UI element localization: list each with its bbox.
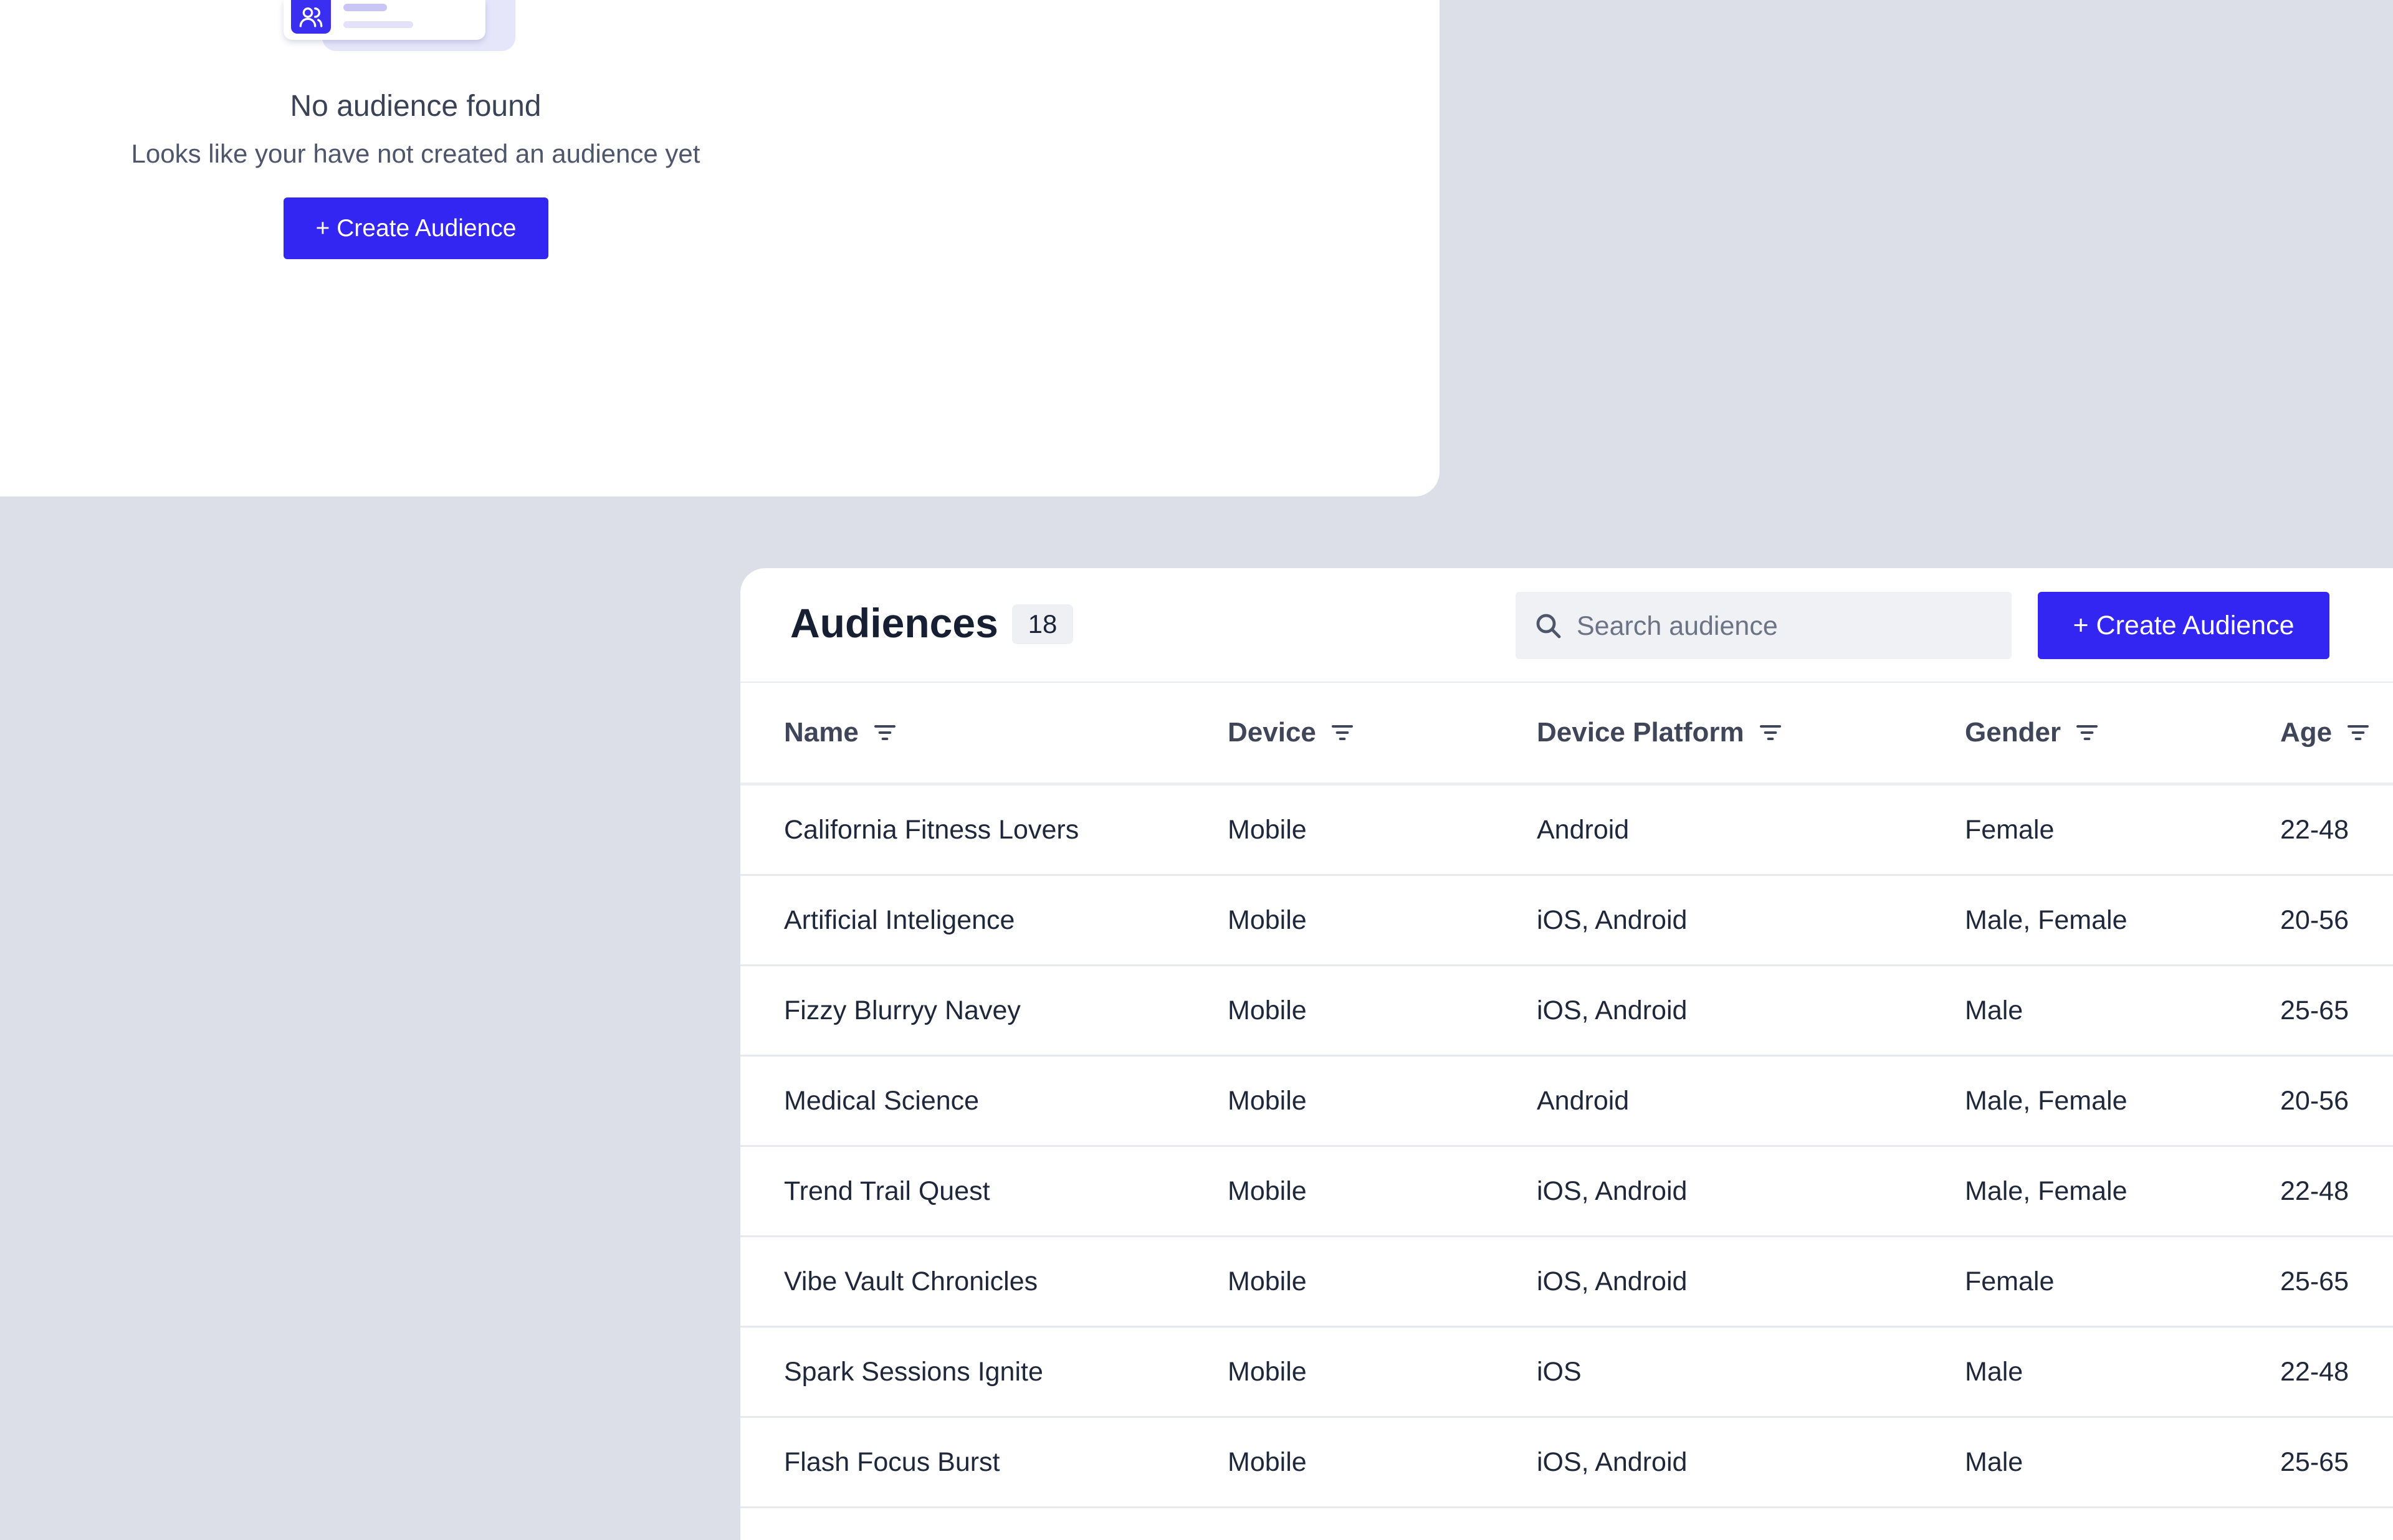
cell-device: Mobile bbox=[1228, 995, 1307, 1025]
column-header-device-platform[interactable]: Device Platform bbox=[1537, 683, 1783, 782]
cell-age: 25-65 bbox=[2280, 995, 2349, 1025]
cell-device: Mobile bbox=[1228, 1266, 1307, 1296]
column-header-label: Gender bbox=[1965, 717, 2061, 748]
cell-device: Mobile bbox=[1228, 1447, 1307, 1477]
column-header-device[interactable]: Device bbox=[1228, 683, 1355, 782]
cell-gender: Female bbox=[1965, 814, 2055, 845]
audiences-card: Audiences 18 + Create Audience Name Devi… bbox=[740, 568, 2393, 1540]
search-input[interactable] bbox=[1575, 592, 2002, 660]
search-box[interactable] bbox=[1516, 592, 2012, 660]
cell-device: Mobile bbox=[1228, 814, 1307, 845]
cell-age: 20-56 bbox=[2280, 905, 2349, 935]
empty-state-title: No audience found bbox=[290, 90, 542, 123]
empty-state-illustration bbox=[284, 0, 515, 52]
column-header-label: Device bbox=[1228, 717, 1316, 748]
filter-icon[interactable] bbox=[2346, 720, 2371, 745]
illustration-front-card bbox=[284, 0, 485, 40]
create-audience-button[interactable]: + Create Audience bbox=[2038, 592, 2329, 659]
cell-name: Artificial Inteligence bbox=[784, 905, 1015, 935]
cell-device: Mobile bbox=[1228, 1356, 1307, 1387]
cell-platform: iOS, Android bbox=[1537, 1176, 1688, 1206]
table-row[interactable]: Fizzy Blurryy Navey Mobile iOS, Android … bbox=[740, 966, 2393, 1057]
cell-platform: iOS, Android bbox=[1537, 1447, 1688, 1477]
illustration-line bbox=[343, 21, 413, 28]
search-icon bbox=[1533, 611, 1563, 640]
cell-gender: Female bbox=[1965, 1266, 2055, 1296]
cell-device: Mobile bbox=[1228, 1085, 1307, 1116]
cell-name: California Fitness Lovers bbox=[784, 814, 1079, 845]
column-header-name[interactable]: Name bbox=[784, 683, 897, 782]
table-body: California Fitness Lovers Mobile Android… bbox=[740, 786, 2393, 1508]
cell-age: 22-48 bbox=[2280, 1176, 2349, 1206]
column-header-age[interactable]: Age bbox=[2280, 683, 2371, 782]
table-row[interactable]: Vibe Vault Chronicles Mobile iOS, Androi… bbox=[740, 1237, 2393, 1328]
empty-state-subtitle: Looks like your have not created an audi… bbox=[131, 139, 700, 168]
filter-icon[interactable] bbox=[1758, 720, 1783, 745]
cell-device: Mobile bbox=[1228, 1176, 1307, 1206]
cell-gender: Male bbox=[1965, 1356, 2023, 1387]
cell-name: Medical Science bbox=[784, 1085, 980, 1116]
cell-age: 20-56 bbox=[2280, 1085, 2349, 1116]
cell-age: 25-65 bbox=[2280, 1266, 2349, 1296]
cell-gender: Male bbox=[1965, 1447, 2023, 1477]
cell-platform: Android bbox=[1537, 814, 1630, 845]
cell-gender: Male, Female bbox=[1965, 1085, 2128, 1116]
cell-name: Flash Focus Burst bbox=[784, 1447, 1000, 1477]
column-header-label: Device Platform bbox=[1537, 717, 1744, 748]
table-row[interactable]: Artificial Inteligence Mobile iOS, Andro… bbox=[740, 876, 2393, 966]
table-row[interactable]: Medical Science Mobile Android Male, Fem… bbox=[740, 1057, 2393, 1147]
cell-name: Spark Sessions Ignite bbox=[784, 1356, 1043, 1387]
cell-platform: iOS, Android bbox=[1537, 995, 1688, 1025]
cell-platform: iOS bbox=[1537, 1356, 1582, 1387]
column-header-label: Name bbox=[784, 717, 859, 748]
audiences-header: Audiences 18 + Create Audience bbox=[740, 568, 2393, 683]
column-header-gender[interactable]: Gender bbox=[1965, 683, 2099, 782]
cell-age: 22-48 bbox=[2280, 814, 2349, 845]
create-audience-button[interactable]: + Create Audience bbox=[284, 197, 548, 259]
cell-age: 25-65 bbox=[2280, 1447, 2349, 1477]
empty-state-card: No audience found Looks like your have n… bbox=[0, 0, 1440, 497]
cell-gender: Male, Female bbox=[1965, 1176, 2128, 1206]
cell-name: Vibe Vault Chronicles bbox=[784, 1266, 1038, 1296]
cell-platform: iOS, Android bbox=[1537, 1266, 1688, 1296]
user-group-icon bbox=[291, 0, 331, 34]
filter-icon[interactable] bbox=[872, 720, 897, 745]
table-row[interactable]: Flash Focus Burst Mobile iOS, Android Ma… bbox=[740, 1418, 2393, 1508]
cell-age: 22-48 bbox=[2280, 1356, 2349, 1387]
cell-name: Fizzy Blurryy Navey bbox=[784, 995, 1021, 1025]
cell-device: Mobile bbox=[1228, 905, 1307, 935]
table-row[interactable]: Spark Sessions Ignite Mobile iOS Male 22… bbox=[740, 1328, 2393, 1418]
table-header: Name Device Device Platform Gender Age bbox=[740, 683, 2393, 786]
cell-gender: Male bbox=[1965, 995, 2023, 1025]
cell-name: Trend Trail Quest bbox=[784, 1176, 990, 1206]
column-header-label: Age bbox=[2280, 717, 2333, 748]
count-badge: 18 bbox=[1012, 604, 1073, 644]
table-row[interactable]: California Fitness Lovers Mobile Android… bbox=[740, 786, 2393, 876]
filter-icon[interactable] bbox=[1330, 720, 1355, 745]
cell-platform: Android bbox=[1537, 1085, 1630, 1116]
illustration-line bbox=[343, 4, 387, 11]
page-title: Audiences bbox=[790, 600, 998, 646]
cell-gender: Male, Female bbox=[1965, 905, 2128, 935]
filter-icon[interactable] bbox=[2075, 720, 2099, 745]
table-row[interactable]: Trend Trail Quest Mobile iOS, Android Ma… bbox=[740, 1147, 2393, 1237]
cell-platform: iOS, Android bbox=[1537, 905, 1688, 935]
